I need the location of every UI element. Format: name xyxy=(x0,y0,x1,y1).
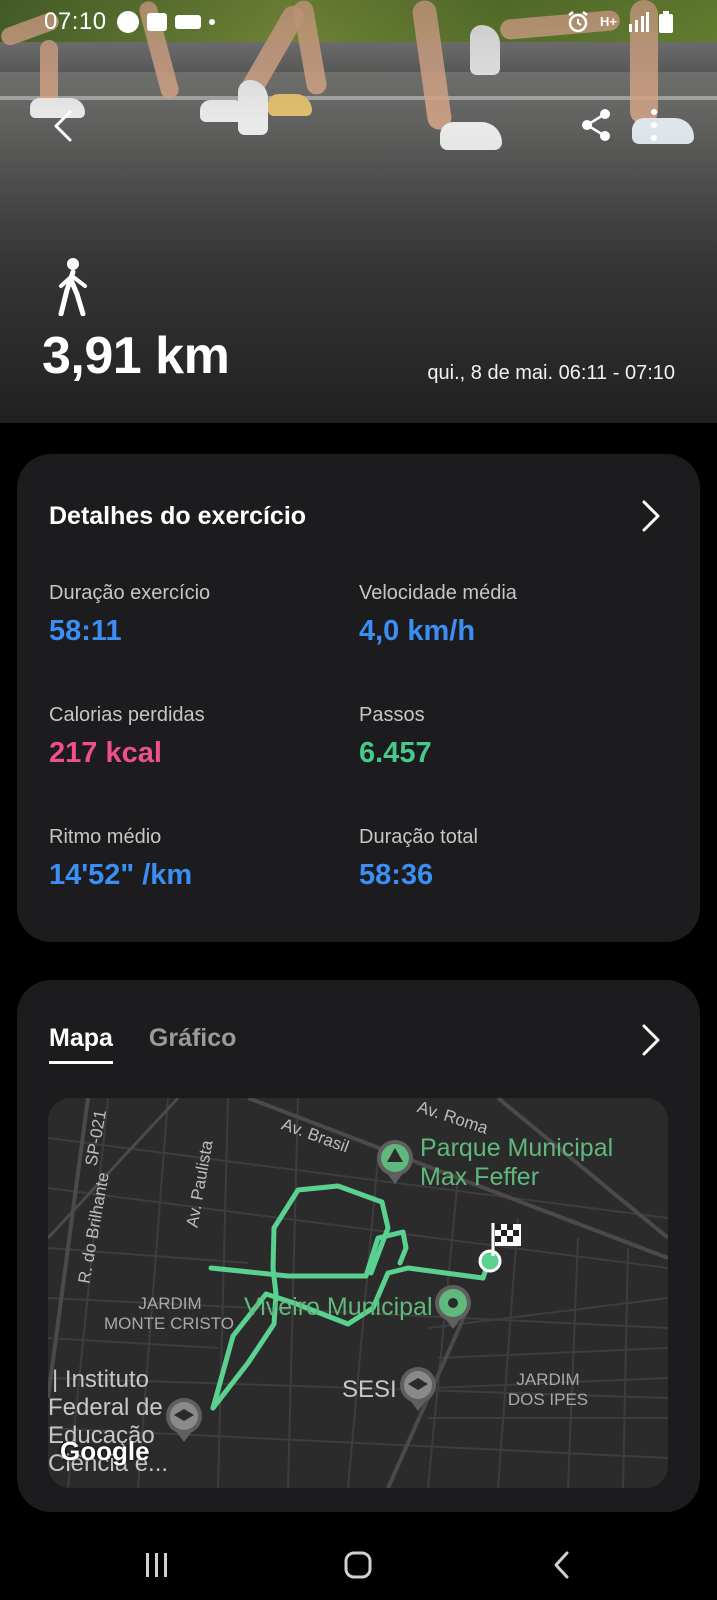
stat-label: Velocidade média xyxy=(359,582,517,604)
school-pin-icon xyxy=(400,1367,436,1411)
signal-icon xyxy=(629,12,649,32)
network-type-label: H+ xyxy=(600,14,617,29)
workout-datetime: qui., 8 de mai. 06:11 - 07:10 xyxy=(427,362,675,384)
stat-label: Passos xyxy=(359,704,425,726)
system-nav-bar xyxy=(0,1540,717,1600)
app-notification-icon xyxy=(116,11,139,33)
ifood-icon xyxy=(174,15,201,29)
stat-calories: Calorias perdidas 217 kcal xyxy=(49,704,205,770)
system-icons: H+ xyxy=(566,10,673,34)
tab-chart[interactable]: Gráfico xyxy=(149,1024,237,1064)
exercise-details-card[interactable]: Detalhes do exercício Duração exercício … xyxy=(17,454,700,942)
district-name: JARDIM xyxy=(516,1370,580,1389)
district-name: MONTE CRISTO xyxy=(103,1314,235,1333)
home-icon[interactable] xyxy=(343,1550,373,1580)
stat-total-duration: Duração total 58:36 xyxy=(359,826,478,892)
stat-average-speed: Velocidade média 4,0 km/h xyxy=(359,582,517,648)
place-name: SESI xyxy=(342,1376,397,1403)
park-name: Parque Municipal xyxy=(420,1134,614,1162)
district-name: DOS IPES xyxy=(507,1390,589,1409)
stat-value: 217 kcal xyxy=(49,737,162,769)
stat-steps: Passos 6.457 xyxy=(359,704,432,770)
stat-label: Calorias perdidas xyxy=(49,704,205,726)
stat-value: 14'52" /km xyxy=(49,859,193,891)
walking-person-icon xyxy=(58,258,87,316)
battery-icon xyxy=(659,11,673,33)
tab-map[interactable]: Mapa xyxy=(49,1024,113,1064)
stat-exercise-duration: Duração exercício 58:11 xyxy=(49,582,210,648)
status-bar: 07:10 H+ xyxy=(0,0,717,44)
place-name: Federal de xyxy=(48,1394,163,1421)
stat-average-pace: Ritmo médio 14'52" /km xyxy=(49,826,192,892)
stat-label: Ritmo médio xyxy=(49,826,162,848)
back-arrow-icon[interactable] xyxy=(44,106,84,146)
distance-value: 3,91 km xyxy=(42,327,230,385)
park-name: Max Feffer xyxy=(420,1163,540,1191)
route-start-marker xyxy=(478,1249,502,1273)
district-name: JARDIM xyxy=(138,1294,202,1313)
finish-flag-icon xyxy=(491,1223,521,1256)
share-icon[interactable] xyxy=(580,108,612,142)
map-attribution: Google xyxy=(60,1436,150,1466)
alarm-icon xyxy=(568,11,588,33)
more-notifications-icon xyxy=(208,19,215,25)
gallery-icon xyxy=(146,13,167,31)
place-name: | Instituto xyxy=(52,1366,149,1393)
route-card: Mapa Gráfico Parque Municipal Max Feffer… xyxy=(17,980,700,1512)
stat-value: 58:36 xyxy=(359,859,434,891)
stat-value: 58:11 xyxy=(49,615,122,647)
stat-label: Duração total xyxy=(359,826,478,848)
chevron-right-icon[interactable] xyxy=(639,498,663,534)
recent-apps-icon[interactable] xyxy=(142,1550,172,1580)
park-name: Viveiro Municipal xyxy=(244,1293,433,1321)
back-nav-icon[interactable] xyxy=(548,1550,578,1580)
stat-value: 6.457 xyxy=(359,737,432,769)
chevron-right-icon[interactable] xyxy=(639,1022,663,1058)
route-tabs: Mapa Gráfico xyxy=(49,1024,236,1064)
notification-icons xyxy=(116,11,215,33)
card-title: Detalhes do exercício xyxy=(49,502,307,530)
stat-value: 4,0 km/h xyxy=(359,615,476,647)
stat-label: Duração exercício xyxy=(49,582,211,604)
route-map[interactable]: Parque Municipal Max Feffer Viveiro Muni… xyxy=(48,1098,668,1488)
status-time: 07:10 xyxy=(44,8,107,35)
more-vertical-icon[interactable] xyxy=(648,108,660,142)
park-pin-icon xyxy=(377,1140,413,1184)
